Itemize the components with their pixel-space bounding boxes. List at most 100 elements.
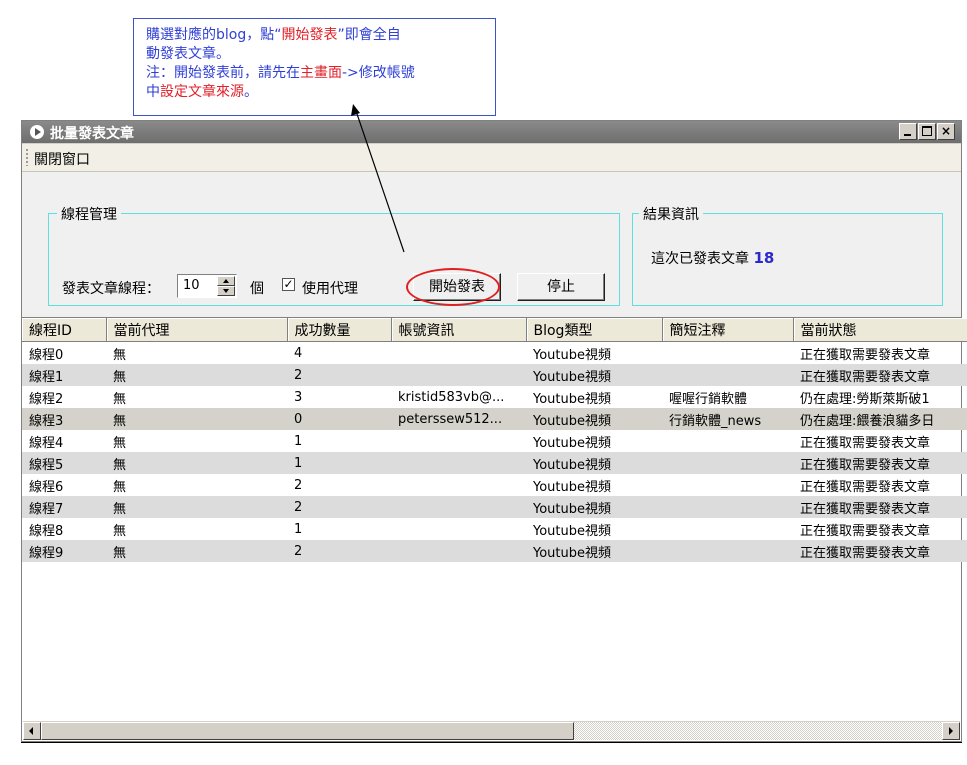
menu-bar: 關閉窗口 (22, 144, 961, 172)
col-blog-type[interactable]: Blog類型 (526, 318, 663, 342)
thread-group-legend: 線程管理 (57, 204, 121, 224)
col-current-status[interactable]: 當前狀態 (793, 318, 967, 342)
scroll-left-icon[interactable] (23, 722, 41, 740)
cell: 3 (294, 389, 303, 405)
cell: 行銷軟體_news (662, 408, 793, 430)
cell (662, 342, 793, 365)
threads-unit: 個 (250, 281, 264, 297)
annotation-highlight: 設定文章來源 (160, 84, 244, 100)
annotation-text: 。 (244, 84, 258, 100)
cell (662, 452, 793, 474)
threads-value[interactable]: 10 (183, 278, 200, 293)
cell: 1 (294, 433, 303, 449)
col-account-info[interactable]: 帳號資訊 (391, 318, 527, 342)
cell: 2 (287, 364, 391, 386)
cell: 線程3 (22, 408, 106, 430)
cell (662, 540, 793, 562)
cell: 正在獲取需要發表文章 (793, 496, 967, 518)
cell: 線程4 (29, 435, 64, 451)
cell: 線程9 (22, 540, 106, 562)
cell: 正在獲取需要發表文章 (793, 364, 967, 386)
screenshot-root: 購選對應的blog，點“開始發表”即會全自 動發表文章。 注：開始發表前，請先在… (0, 0, 967, 765)
window-title: 批量發表文章 (50, 126, 134, 142)
title-bar[interactable]: 批量發表文章 × (22, 121, 961, 143)
minimize-button[interactable] (899, 123, 917, 140)
cell: 線程8 (29, 523, 64, 539)
annotation-highlight: 主畫面 (300, 65, 342, 81)
cell: 正在獲取需要發表文章 (800, 523, 931, 539)
cell: kristid583vb@... (398, 389, 505, 405)
use-proxy-checkbox[interactable]: ✓ (282, 278, 295, 291)
cell: 無 (113, 523, 127, 539)
col-short-note[interactable]: 簡短注釋 (662, 318, 794, 342)
table-row[interactable]: 線程4 無 1 Youtube視頻 正在獲取需要發表文章 (22, 430, 967, 452)
cell: 正在獲取需要發表文章 (793, 452, 967, 474)
cell (662, 518, 793, 540)
close-button[interactable]: × (937, 123, 955, 140)
cell: 無 (106, 408, 287, 430)
table-row[interactable]: 線程2 無 3 kristid583vb@... Youtube視頻 喔喔行銷軟體 仍在處理… (22, 386, 967, 408)
cell: 1 (294, 521, 303, 537)
col-success-count[interactable]: 成功數量 (287, 318, 392, 342)
thread-grid[interactable]: 線程ID 當前代理 成功數量 帳號資訊 Blog類型 簡短注釋 當前狀態 線程0… (22, 317, 967, 741)
spinner-down-icon[interactable] (217, 286, 235, 296)
use-proxy-label[interactable]: 使用代理 (302, 278, 358, 298)
cell: 無 (106, 496, 287, 518)
cell: Youtube視頻 (526, 408, 662, 430)
annotation-callout: 購選對應的blog，點“開始發表”即會全自 動發表文章。 注：開始發表前，請先在… (133, 18, 496, 116)
cell (662, 474, 793, 496)
threads-spinner[interactable]: 10 (177, 274, 237, 298)
cell: Youtube視頻 (526, 452, 662, 474)
cell: 無 (113, 435, 127, 451)
cell: Youtube視頻 (533, 435, 611, 451)
cell: Youtube視頻 (533, 347, 611, 363)
cell (391, 518, 526, 540)
window-controls: × (899, 123, 955, 140)
annotation-line-2: 動發表文章。 (146, 46, 230, 62)
cell: 無 (113, 479, 127, 495)
cell: 線程6 (29, 479, 64, 495)
table-row[interactable]: 線程7 無 2 Youtube視頻 正在獲取需要發表文章 (22, 496, 967, 518)
cell: 2 (294, 477, 303, 493)
cell (662, 496, 793, 518)
table-row[interactable]: 線程6 無 2 Youtube視頻 正在獲取需要發表文章 (22, 474, 967, 496)
result-group-legend: 結果資訊 (639, 204, 703, 224)
table-row[interactable]: 線程0 無 4 Youtube視頻 正在獲取需要發表文章 (22, 342, 967, 365)
highlight-ellipse (406, 268, 500, 306)
scroll-thumb[interactable] (41, 722, 574, 740)
cell: peterssew512... (391, 408, 526, 430)
horizontal-scrollbar[interactable] (23, 721, 960, 740)
scroll-right-icon[interactable] (942, 722, 960, 740)
annotation-text: 注：開始發表前，請先在 (146, 65, 300, 81)
annotation-text: ->修改帳號 (342, 65, 415, 81)
col-current-proxy[interactable]: 當前代理 (106, 318, 288, 342)
published-count-label: 這次已發表文章 18 (651, 248, 774, 268)
cell: 線程2 (29, 391, 64, 407)
annotation-line-3: 注：開始發表前，請先在主畫面->修改帳號 (146, 64, 483, 83)
cell: 線程1 (22, 364, 106, 386)
control-panel: 線程管理 發表文章線程： 10 個 ✓ 使用代理 開始發表 停止 結果資訊 這次… (22, 172, 961, 317)
table-row[interactable]: 線程5 無 1 Youtube視頻 正在獲取需要發表文章 (22, 452, 967, 474)
cell: 正在獲取需要發表文章 (800, 479, 931, 495)
stop-button[interactable]: 停止 (517, 273, 605, 301)
cell (391, 364, 526, 386)
table-row[interactable]: 線程3 無 0 peterssew512... Youtube視頻 行銷軟體_news 仍在… (22, 408, 967, 430)
maximize-button[interactable] (918, 123, 936, 140)
cell: 正在獲取需要發表文章 (800, 347, 931, 363)
cell: 線程7 (22, 496, 106, 518)
table-row[interactable]: 線程9 無 2 Youtube視頻 正在獲取需要發表文章 (22, 540, 967, 562)
annotation-highlight: 開始發表 (281, 27, 338, 43)
cell: 無 (113, 347, 127, 363)
table-row[interactable]: 線程1 無 2 Youtube視頻 正在獲取需要發表文章 (22, 364, 967, 386)
cell: 仍在處理:勞斯萊斯破1 (800, 391, 930, 407)
cell: Youtube視頻 (533, 479, 611, 495)
close-window-menu-item[interactable]: 關閉窗口 (34, 149, 90, 169)
cell (662, 430, 793, 452)
annotation-text: 中 (146, 84, 160, 100)
window-bottom-edge (21, 742, 962, 749)
threads-label: 發表文章線程： (62, 281, 160, 297)
col-thread-id[interactable]: 線程ID (22, 318, 107, 342)
cell: 0 (287, 408, 391, 430)
spinner-up-icon[interactable] (217, 276, 235, 286)
table-row[interactable]: 線程8 無 1 Youtube視頻 正在獲取需要發表文章 (22, 518, 967, 540)
